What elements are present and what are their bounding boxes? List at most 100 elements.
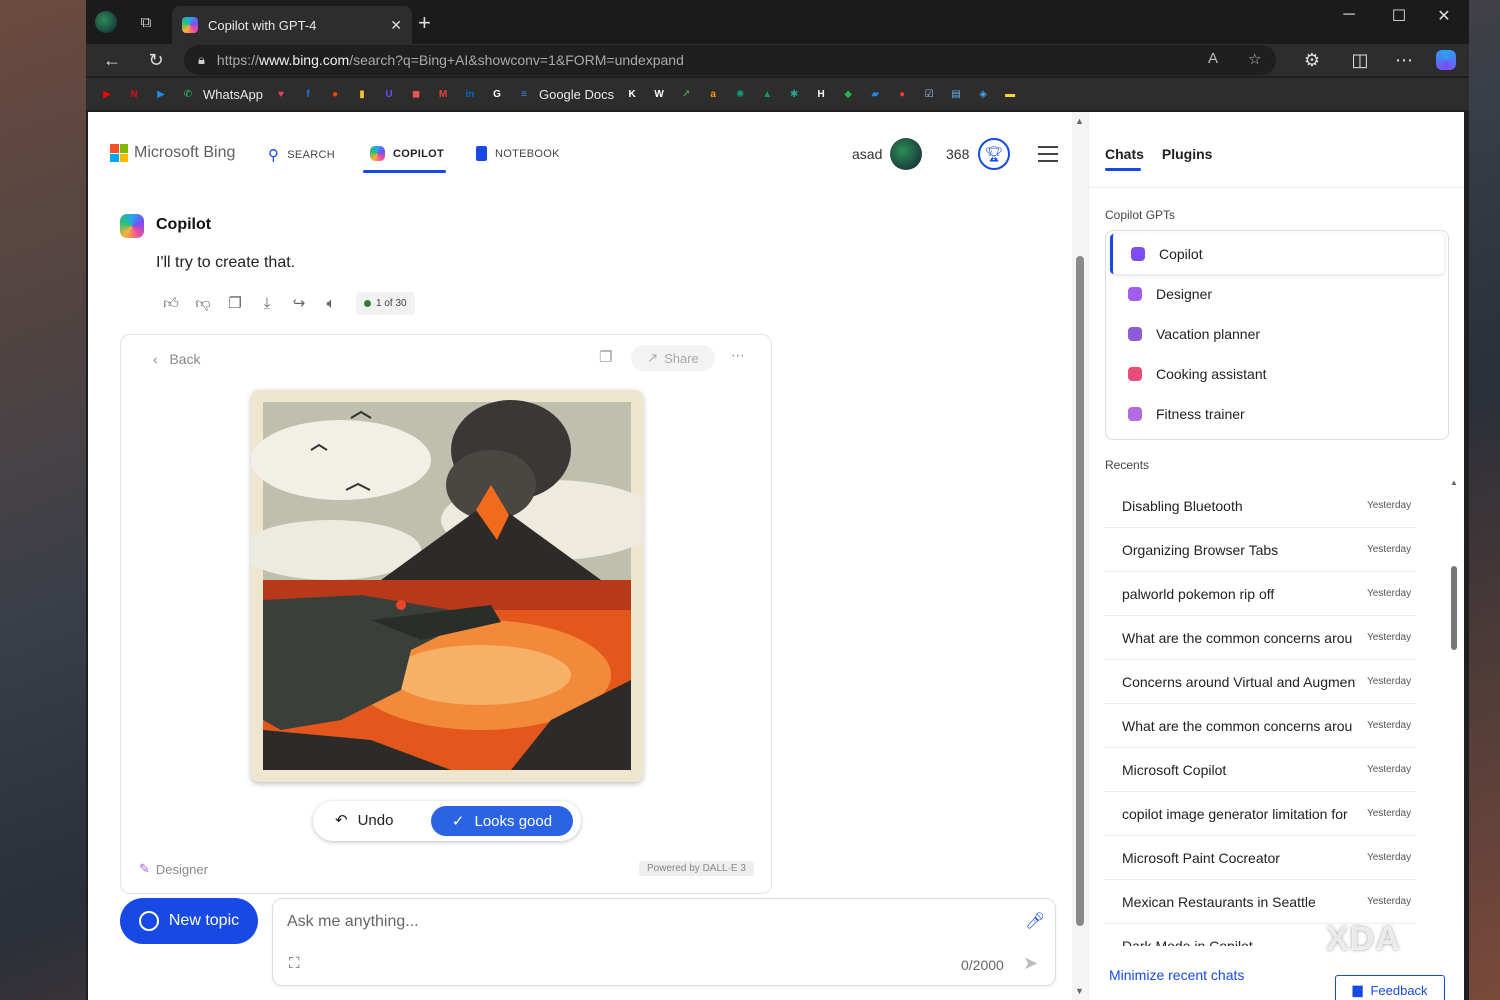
bookmark-item[interactable]: a (704, 85, 722, 103)
thumbs-down-icon[interactable]: 👎︎ (194, 295, 212, 313)
minimize-recent-chats-link[interactable]: Minimize recent chats (1109, 967, 1244, 983)
nav-search[interactable]: ⚲ SEARCH (268, 146, 335, 164)
bookmark-item[interactable]: ▶ (152, 85, 170, 103)
back-arrow-icon[interactable]: ← (100, 48, 124, 72)
recent-chat-item[interactable]: Mexican Restaurants in Seattle Yesterday (1105, 880, 1415, 924)
recent-chat-item[interactable]: copilot image generator limitation for Ye… (1105, 792, 1415, 836)
close-window-button[interactable]: ✕ (1421, 6, 1467, 26)
read-aloud-icon[interactable]: A (1208, 50, 1218, 67)
feedback-button[interactable]: ▆ Feedback (1335, 975, 1445, 1000)
copy-image-icon[interactable]: ❐ (599, 348, 612, 366)
recent-chat-item[interactable]: palworld pokemon rip off Yesterday (1105, 572, 1415, 616)
browser-tab[interactable]: Copilot with GPT-4 ✕ (172, 6, 412, 44)
microphone-icon[interactable]: 🎤︎ (1025, 911, 1045, 931)
scroll-down-arrow-icon[interactable]: ▼ (1075, 986, 1084, 996)
new-tab-button[interactable]: + (418, 10, 431, 36)
profile-avatar-icon[interactable] (94, 10, 118, 34)
gpt-item[interactable]: Copilot (1110, 234, 1444, 274)
looks-good-button[interactable]: ✓ Looks good (431, 806, 573, 836)
thumbs-up-icon[interactable]: 👍︎ (162, 295, 180, 313)
address-bar[interactable]: 🔒︎ https://www.bing.com/search?q=Bing+AI… (184, 45, 1276, 75)
user-name[interactable]: asad (852, 146, 882, 162)
recent-chat-item[interactable]: Concerns around Virtual and Augment Yeste… (1105, 660, 1415, 704)
close-tab-icon[interactable]: ✕ (390, 17, 402, 34)
workspaces-icon[interactable]: ⧉ (134, 10, 158, 34)
tab-plugins[interactable]: Plugins (1162, 146, 1213, 162)
more-options-icon[interactable]: ⋯ (731, 347, 745, 364)
nav-copilot[interactable]: COPILOT (370, 146, 444, 161)
recent-chat-item[interactable]: Organizing Browser Tabs Yesterday (1105, 528, 1415, 572)
bookmark-item[interactable]: ✆ WhatsApp (179, 85, 263, 103)
microsoft-bing-logo[interactable]: Microsoft Bing (110, 144, 235, 162)
hamburger-menu-icon[interactable] (1038, 146, 1058, 167)
recent-chat-title: Dark Mode in Copilot (1122, 937, 1253, 947)
visual-search-icon[interactable]: ⛶ (289, 955, 300, 972)
gpt-item[interactable]: Vacation planner (1110, 314, 1444, 354)
split-screen-icon[interactable]: ◫ (1348, 48, 1372, 72)
bookmark-item[interactable]: ▶ (98, 85, 116, 103)
bookmark-item[interactable]: ● (326, 85, 344, 103)
copilot-sidebar-icon[interactable] (1434, 48, 1458, 72)
send-icon[interactable]: ➤ (1023, 953, 1038, 974)
bookmark-item[interactable]: ≡ Google Docs (515, 85, 614, 103)
bookmark-item[interactable]: M (434, 85, 452, 103)
undo-button[interactable]: ↶ Undo (335, 811, 393, 830)
main-scrollbar[interactable]: ▲ ▼ (1072, 112, 1088, 1000)
bookmark-item[interactable]: G (488, 85, 506, 103)
bookmark-item[interactable]: ◆ (839, 85, 857, 103)
share-button[interactable]: ↗ Share (631, 345, 715, 371)
recents-scrollbar[interactable]: ▲ (1449, 474, 1459, 946)
gpt-item[interactable]: Cooking assistant (1110, 354, 1444, 394)
rewards-trophy-icon[interactable]: 🏆︎ (978, 138, 1010, 170)
bookmark-item[interactable]: ● (893, 85, 911, 103)
bookmark-item[interactable]: ☑ (920, 85, 938, 103)
bookmark-item[interactable]: ✱ (785, 85, 803, 103)
bookmark-item[interactable]: ▤ (947, 85, 965, 103)
bookmark-item[interactable]: f (299, 85, 317, 103)
maximize-window-button[interactable]: ☐ (1376, 6, 1422, 26)
bookmark-item[interactable]: ↗ (677, 85, 695, 103)
bookmark-item[interactable]: ▮ (353, 85, 371, 103)
speaker-icon[interactable]: 🔈︎ (322, 295, 340, 313)
generated-image[interactable] (251, 390, 643, 782)
bookmark-item[interactable]: ♥ (272, 85, 290, 103)
download-icon[interactable]: ⤓ (258, 295, 276, 313)
extensions-icon[interactable]: ⚙ (1300, 48, 1324, 72)
bookmark-item[interactable]: in (461, 85, 479, 103)
gpt-item[interactable]: Fitness trainer (1110, 394, 1444, 434)
gpt-item[interactable]: Designer (1110, 274, 1444, 314)
recent-chat-item[interactable]: What are the common concerns arou Yesterd… (1105, 704, 1415, 748)
user-avatar[interactable] (890, 138, 922, 170)
refresh-icon[interactable]: ↻ (144, 48, 168, 72)
scroll-up-arrow-icon[interactable]: ▲ (1075, 116, 1084, 126)
favorite-star-icon[interactable]: ☆ (1248, 50, 1261, 68)
bookmark-item[interactable]: ▰ (866, 85, 884, 103)
new-topic-button[interactable]: New topic (120, 898, 258, 944)
recent-chat-item[interactable]: Microsoft Paint Cocreator Yesterday (1105, 836, 1415, 880)
tab-chats[interactable]: Chats (1105, 146, 1144, 162)
bookmark-item[interactable]: H (812, 85, 830, 103)
rewards-points[interactable]: 368 (946, 146, 969, 162)
recent-chat-item[interactable]: What are the common concerns arou Yesterd… (1105, 616, 1415, 660)
bookmark-item[interactable]: ▬ (1001, 85, 1019, 103)
bookmark-item[interactable]: ✺ (731, 85, 749, 103)
bookmark-item[interactable]: ▲ (758, 85, 776, 103)
more-menu-icon[interactable]: ⋯ (1392, 48, 1416, 72)
bookmark-item[interactable]: W (650, 85, 668, 103)
back-button[interactable]: ‹ Back (153, 351, 200, 367)
main-scroll-thumb[interactable] (1076, 256, 1084, 926)
bookmark-item[interactable]: K (623, 85, 641, 103)
recents-scroll-up-icon[interactable]: ▲ (1450, 478, 1458, 487)
bookmark-item[interactable]: ◼ (407, 85, 425, 103)
ask-input[interactable] (287, 909, 1007, 935)
bookmark-item[interactable]: U (380, 85, 398, 103)
nav-notebook[interactable]: NOTEBOOK (476, 146, 560, 161)
recent-chat-item[interactable]: Disabling Bluetooth Yesterday (1105, 484, 1415, 528)
bookmark-item[interactable]: ◈ (974, 85, 992, 103)
bookmark-item[interactable]: N (125, 85, 143, 103)
share-icon[interactable]: ↪ (290, 295, 308, 313)
copy-icon[interactable]: ❐ (226, 295, 244, 313)
recent-chat-item[interactable]: Microsoft Copilot Yesterday (1105, 748, 1415, 792)
minimize-window-button[interactable]: ─ (1326, 6, 1372, 24)
recents-scroll-thumb[interactable] (1451, 566, 1457, 650)
